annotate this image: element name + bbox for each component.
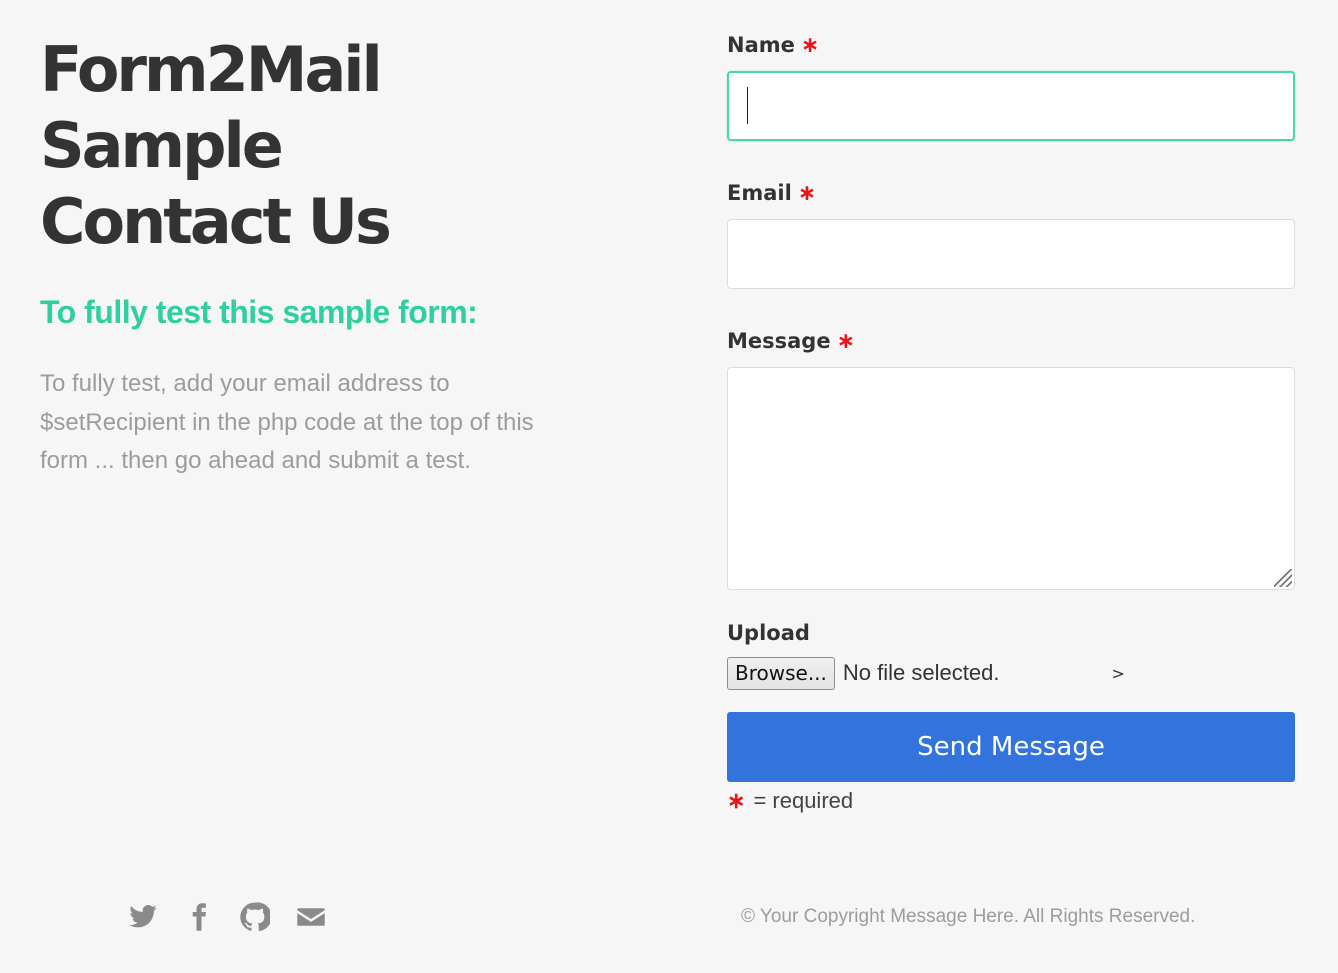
file-upload: Browse... No file selected. > bbox=[727, 656, 1295, 690]
title-line-1: Form2Mail bbox=[40, 33, 383, 106]
message-field-wrapper bbox=[727, 367, 1295, 590]
file-status-text: No file selected. bbox=[842, 660, 1000, 685]
name-label: Name ∗ bbox=[727, 30, 1295, 60]
title-line-2: Sample bbox=[40, 109, 284, 182]
email-input[interactable] bbox=[727, 219, 1295, 289]
subtitle: To fully test this sample form: bbox=[40, 294, 478, 330]
email-label-text: Email bbox=[727, 181, 792, 205]
send-message-button[interactable]: Send Message bbox=[727, 712, 1295, 782]
text-cursor bbox=[747, 87, 748, 124]
required-asterisk: ∗ bbox=[797, 181, 817, 206]
title-line-3: Contact Us bbox=[40, 185, 392, 258]
required-asterisk: ∗ bbox=[800, 33, 820, 58]
required-note: ∗ = required bbox=[727, 788, 1295, 814]
required-asterisk: ∗ bbox=[836, 329, 856, 354]
page: Form2Mail Sample Contact Us To fully tes… bbox=[0, 0, 1338, 973]
message-label-text: Message bbox=[727, 329, 831, 353]
github-icon[interactable] bbox=[240, 902, 270, 932]
envelope-icon[interactable] bbox=[296, 902, 326, 932]
description: To fully test, add your email address to… bbox=[40, 370, 534, 474]
social-links bbox=[128, 902, 326, 932]
resize-handle[interactable] bbox=[1274, 569, 1292, 587]
email-label: Email ∗ bbox=[727, 178, 1295, 208]
stray-text: > bbox=[1111, 663, 1125, 683]
message-textarea[interactable] bbox=[727, 367, 1295, 590]
upload-label: Upload bbox=[727, 621, 810, 645]
name-input[interactable] bbox=[727, 71, 1295, 141]
facebook-icon[interactable] bbox=[184, 902, 214, 932]
message-label: Message ∗ bbox=[727, 326, 1295, 356]
copyright-text: © Your Copyright Message Here. All Right… bbox=[741, 906, 1196, 927]
page-title: Form2Mail Sample Contact Us bbox=[40, 32, 600, 260]
twitter-icon[interactable] bbox=[128, 902, 158, 932]
intro-column: Form2Mail Sample Contact Us To fully tes… bbox=[40, 32, 600, 481]
name-label-text: Name bbox=[727, 33, 795, 57]
required-asterisk: ∗ bbox=[727, 788, 746, 813]
required-note-text: = required bbox=[753, 788, 854, 813]
contact-form: Name ∗ Email ∗ Message ∗ Upload Browse... N… bbox=[727, 30, 1295, 814]
browse-button[interactable]: Browse... bbox=[727, 656, 835, 690]
